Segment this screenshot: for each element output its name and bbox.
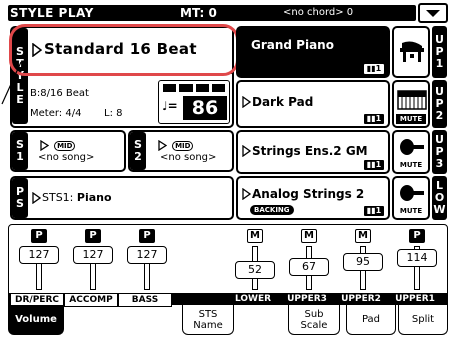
violin-icon xyxy=(400,185,424,201)
performance-prefix: STS1: xyxy=(42,191,77,204)
fader-knob[interactable]: 95 xyxy=(343,252,383,271)
performance-name: STS1: Piano xyxy=(42,191,112,204)
song-slot-1-text: <no song> xyxy=(38,152,95,163)
channel-mode-button[interactable]: P xyxy=(85,229,101,243)
tempo-field[interactable]: ♩= 86 xyxy=(158,80,230,124)
track-lower-badge: ▮▮1 xyxy=(364,206,384,216)
mute-label: MUTE xyxy=(396,114,426,124)
play-triangle-icon xyxy=(32,192,41,204)
performance-bold-name: Piano xyxy=(76,191,112,204)
play-triangle-icon xyxy=(242,188,251,200)
channel-label: BASS xyxy=(118,293,172,307)
play-triangle-icon xyxy=(242,145,251,157)
side-letter: 1 xyxy=(435,57,444,70)
track-upper3-icon-box[interactable]: MUTE xyxy=(392,130,430,174)
mute-label: MUTE xyxy=(399,207,423,215)
backing-label: BACKING xyxy=(250,205,294,215)
tab-sts-name[interactable]: STS Name xyxy=(182,305,234,335)
badge-bars-icon: ▮▮ xyxy=(366,114,376,123)
fader-knob[interactable]: 114 xyxy=(397,248,437,267)
fader-knob[interactable]: 52 xyxy=(235,261,275,280)
side-letter: 2 xyxy=(134,150,142,163)
track-upper2-side: U P 2 xyxy=(432,80,447,128)
style-meter: Meter: 4/4 xyxy=(30,108,82,119)
track-upper3-side: U P 3 xyxy=(432,130,447,174)
badge-number: 1 xyxy=(375,206,382,215)
fader-knob[interactable]: 127 xyxy=(73,246,113,264)
channel-mode-button[interactable]: P xyxy=(139,229,155,243)
synth-keyboard-icon xyxy=(397,90,427,110)
track-upper1-badge: ▮▮1 xyxy=(364,64,384,74)
midi-icon: MID xyxy=(54,140,76,151)
track-upper1-name: Grand Piano xyxy=(251,38,334,52)
badge-bars-icon: ▮▮ xyxy=(366,64,376,73)
channel-mode-button[interactable]: P xyxy=(31,229,47,243)
style-length: L: 8 xyxy=(104,108,123,119)
channel-label: UPPER2 xyxy=(341,294,381,304)
track-lower-name: Analog Strings 2 xyxy=(252,187,365,201)
badge-number: 1 xyxy=(375,160,382,169)
channel-mode-button[interactable]: P xyxy=(409,229,425,243)
tempo-bars-icon xyxy=(163,84,225,92)
master-transpose: MT: 0 xyxy=(180,6,217,20)
menu-button[interactable] xyxy=(418,3,448,23)
song-slot-2-side: S 2 xyxy=(130,132,146,170)
badge-number: 1 xyxy=(375,114,382,123)
badge-bars-icon: ▮▮ xyxy=(366,206,376,215)
play-triangle-icon xyxy=(158,139,168,152)
badge-number: 1 xyxy=(375,64,382,73)
tab-pad[interactable]: Pad xyxy=(346,305,396,335)
midi-icon: MID xyxy=(172,140,194,151)
song-slot-1-side: S 1 xyxy=(12,132,28,170)
side-letter: 1 xyxy=(16,150,24,163)
tab-sub-scale[interactable]: Sub Scale xyxy=(288,305,340,335)
channel-label: LOWER xyxy=(234,294,272,304)
play-triangle-icon xyxy=(40,139,50,152)
side-letter: 2 xyxy=(435,109,444,122)
side-letter: S xyxy=(16,197,24,210)
grand-piano-icon xyxy=(400,41,424,62)
badge-bars-icon: ▮▮ xyxy=(366,160,376,169)
fader-knob[interactable]: 127 xyxy=(127,246,167,264)
track-upper2-icon-box[interactable]: MUTE xyxy=(392,80,430,128)
tempo-symbol: ♩= xyxy=(162,99,178,113)
track-upper3-name: Strings Ens.2 GM xyxy=(252,144,368,158)
play-triangle-icon xyxy=(242,96,251,108)
callout-line xyxy=(1,61,22,105)
fader-knob[interactable]: 127 xyxy=(19,246,59,264)
track-upper2-name: Dark Pad xyxy=(252,95,314,109)
track-upper3-badge: ▮▮1 xyxy=(364,160,384,170)
track-upper1-icon-box[interactable] xyxy=(392,26,430,78)
chord-display: <no chord> 0 xyxy=(283,7,354,18)
song-slot-2-text: <no song> xyxy=(160,152,217,163)
page-title: STYLE PLAY xyxy=(10,6,94,20)
tempo-value: 86 xyxy=(183,96,227,120)
track-lower-icon-box[interactable]: MUTE xyxy=(392,176,430,220)
channel-label: ACCOMP xyxy=(64,293,118,307)
channel-label: UPPER1 xyxy=(395,294,435,304)
highlight-ellipse xyxy=(9,24,239,76)
violin-icon xyxy=(400,139,424,155)
style-beat: B:8/16 Beat xyxy=(30,88,89,99)
track-upper2-badge: ▮▮1 xyxy=(364,114,384,124)
side-letter: W xyxy=(433,203,446,216)
style-play-screen: STYLE PLAY MT: 0 <no chord> 0 S T Y L E … xyxy=(0,0,452,338)
channel-mode-button[interactable]: M xyxy=(355,229,371,243)
fader-knob[interactable]: 67 xyxy=(289,258,329,277)
channel-mode-button[interactable]: M xyxy=(247,229,263,243)
mute-label: MUTE xyxy=(399,161,423,169)
track-upper1-side: U P 1 xyxy=(432,26,447,78)
track-lower-side: L O W xyxy=(432,176,447,220)
channel-mode-button[interactable]: M xyxy=(301,229,317,243)
tab-split[interactable]: Split xyxy=(398,305,448,335)
side-letter: 3 xyxy=(435,157,444,170)
tab-volume[interactable]: Volume xyxy=(8,305,64,335)
channel-label: UPPER3 xyxy=(287,294,327,304)
performance-side: P S xyxy=(12,178,28,218)
chevron-down-icon xyxy=(426,10,440,17)
